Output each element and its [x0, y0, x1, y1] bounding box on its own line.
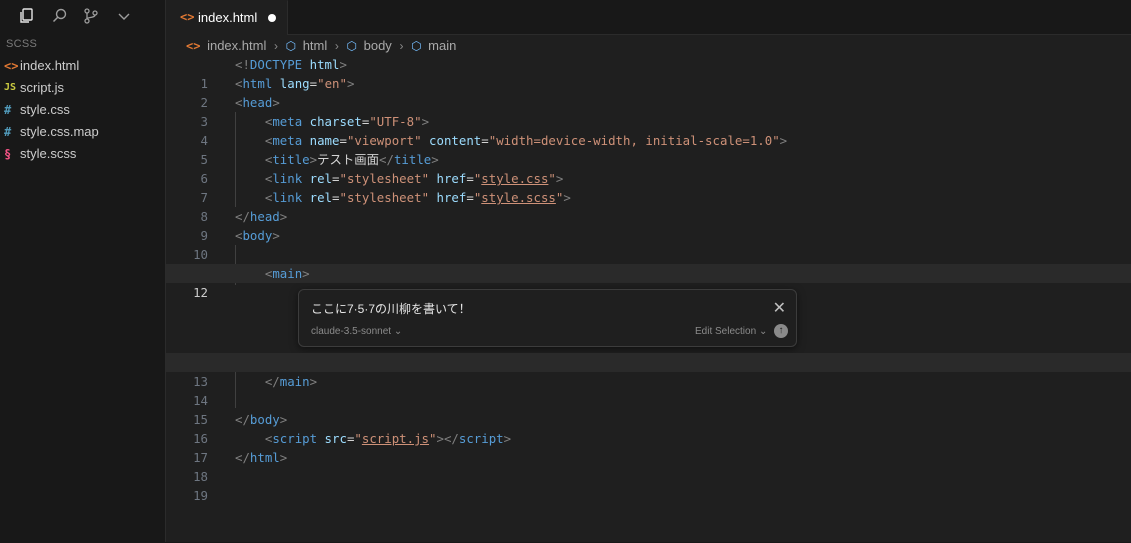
editor: <> index.html <> index.html › ⬡ html › ⬡…: [166, 0, 1131, 542]
chevron-down-icon: ⌄: [758, 326, 768, 337]
explorer-section-title[interactable]: SCSS: [6, 38, 37, 50]
code-line[interactable]: 6 <title>テスト画面</title>: [166, 150, 1131, 186]
code-line[interactable]: 18 </html>: [166, 448, 1131, 484]
code-line[interactable]: 11: [166, 245, 1131, 281]
tab-index-html[interactable]: <> index.html: [166, 0, 288, 35]
edit-selection-label: Edit Selection: [695, 326, 757, 337]
breadcrumb-file[interactable]: index.html: [207, 37, 266, 55]
chevron-right-icon: ›: [273, 38, 278, 53]
breadcrumb-body[interactable]: body: [364, 37, 392, 55]
file-label: script.js: [20, 80, 65, 95]
tab-label: index.html: [198, 10, 258, 25]
title-text: テスト画面: [317, 152, 380, 167]
code-line[interactable]: 1 <!DOCTYPE html>: [166, 55, 1131, 91]
js-file-icon: JS: [4, 82, 17, 93]
charset-value: UTF-8: [376, 114, 415, 129]
file-label: style.scss: [20, 146, 77, 161]
chevron-right-icon: ›: [334, 38, 339, 53]
file-item-index-html[interactable]: <> index.html: [0, 55, 165, 77]
code-line[interactable]: 3 <head>: [166, 93, 1131, 129]
sidebar: SCSS <> index.html JS script.js # style.…: [0, 0, 166, 542]
href-link[interactable]: style.css: [481, 171, 548, 186]
file-label: index.html: [20, 58, 80, 73]
code-line[interactable]: 9 </head>: [166, 207, 1131, 243]
rel-value: stylesheet: [346, 190, 422, 205]
inline-prompt-box[interactable]: ここに7·5·7の川柳を書いて！ ✕ claude-3.5-sonnet ⌄ E…: [298, 289, 797, 347]
edit-selection-dropdown[interactable]: Edit Selection ⌄: [695, 326, 767, 337]
prompt-input[interactable]: ここに7·5·7の川柳を書いて！: [311, 300, 471, 317]
search-icon[interactable]: [51, 7, 69, 25]
file-item-style-scss[interactable]: § style.scss: [0, 143, 165, 165]
meta-name-value: viewport: [354, 133, 415, 148]
map-file-icon: #: [4, 125, 12, 139]
code-line[interactable]: 7 <link rel="stylesheet" href="style.css…: [166, 169, 1131, 205]
scss-file-icon: §: [4, 147, 12, 161]
code-line[interactable]: 2 <html lang="en">: [166, 74, 1131, 110]
html-file-icon: <>: [4, 59, 19, 73]
href-link[interactable]: style.scss: [481, 190, 556, 205]
close-icon[interactable]: ✕: [773, 298, 786, 318]
code-line[interactable]: 17 <script src="script.js"></script>: [166, 429, 1131, 465]
chevron-down-icon: ⌄: [393, 326, 403, 337]
breadcrumb: <> index.html › ⬡ html › ⬡ body › ⬡ main: [186, 36, 456, 56]
activity-toolbar: [0, 0, 165, 32]
tab-bar: <> index.html: [166, 0, 1131, 35]
script-src-link[interactable]: script.js: [362, 431, 429, 446]
code-line[interactable]: 10 <body>: [166, 226, 1131, 262]
lang-value: en: [324, 76, 340, 91]
code-line[interactable]: 19: [166, 467, 1131, 503]
html-file-icon: <>: [186, 38, 201, 53]
line-number: 19: [193, 488, 208, 503]
meta-content-value: width=device-width, initial-scale=1.0: [496, 133, 773, 148]
file-item-style-css[interactable]: # style.css: [0, 99, 165, 121]
file-label: style.css: [20, 102, 70, 117]
element-icon: ⬡: [285, 38, 297, 53]
code-line[interactable]: 14 </main>: [166, 372, 1131, 408]
element-icon: ⬡: [346, 38, 357, 53]
breadcrumb-main[interactable]: main: [428, 37, 456, 55]
submit-arrow-icon[interactable]: ↑: [774, 324, 788, 338]
chevron-down-icon[interactable]: [115, 7, 133, 25]
chevron-right-icon: ›: [399, 38, 404, 53]
breadcrumb-html[interactable]: html: [303, 37, 328, 55]
code-line-active[interactable]: 12 <main>: [166, 264, 1131, 300]
element-icon: ⬡: [411, 38, 422, 53]
code-line[interactable]: 4 <meta charset="UTF-8">: [166, 112, 1131, 148]
code-line[interactable]: 8 <link rel="stylesheet" href="style.scs…: [166, 188, 1131, 224]
code-line[interactable]: 16 </body>: [166, 410, 1131, 446]
explorer-icon[interactable]: [18, 7, 36, 25]
code-line[interactable]: 13: [166, 353, 1131, 389]
code-line[interactable]: 15: [166, 391, 1131, 427]
rel-value: stylesheet: [346, 171, 422, 186]
source-control-icon[interactable]: [82, 7, 100, 25]
line-number: 12: [193, 285, 208, 300]
unsaved-dot-icon[interactable]: [268, 14, 276, 22]
file-label: style.css.map: [20, 124, 99, 139]
model-name: claude-3.5-sonnet: [311, 326, 392, 337]
file-item-style-css-map[interactable]: # style.css.map: [0, 121, 165, 143]
html-file-icon: <>: [180, 10, 195, 24]
model-select[interactable]: claude-3.5-sonnet ⌄: [311, 326, 402, 337]
code-line[interactable]: 5 <meta name="viewport" content="width=d…: [166, 131, 1131, 167]
css-file-icon: #: [4, 103, 12, 117]
file-item-script-js[interactable]: JS script.js: [0, 77, 165, 99]
